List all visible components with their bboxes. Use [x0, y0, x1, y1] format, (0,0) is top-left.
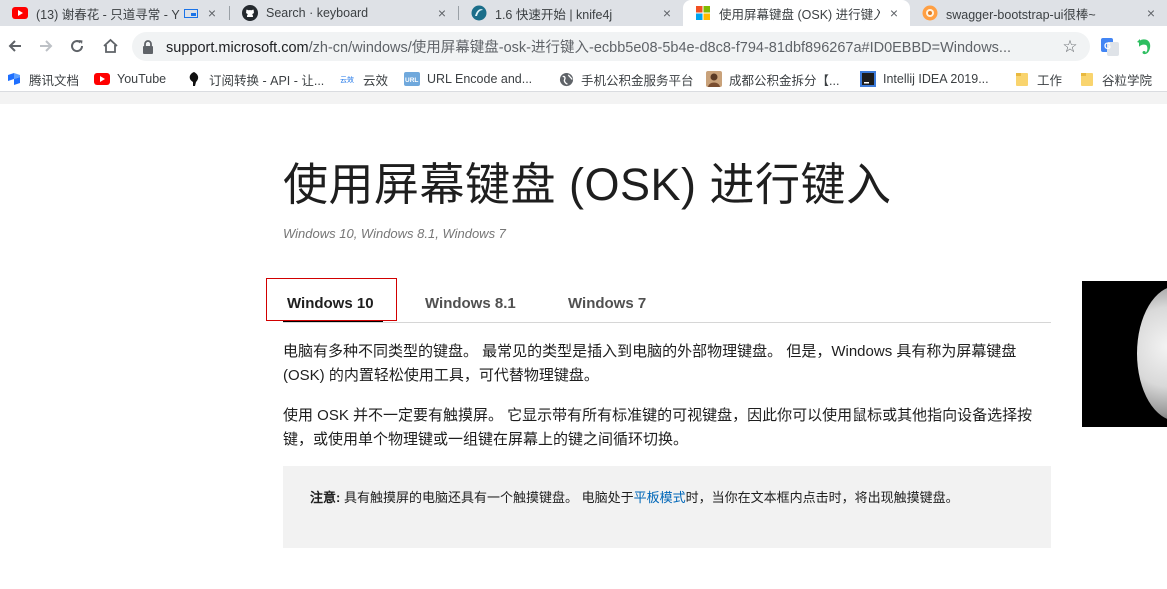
- bookmark-folder-work[interactable]: 工作: [1014, 70, 1062, 88]
- youtube-icon: [12, 5, 28, 21]
- knife4j-icon: [471, 5, 487, 21]
- svg-text:云效: 云效: [340, 75, 354, 84]
- url-host: support.microsoft.com: [166, 40, 309, 56]
- browser-tab-github[interactable]: Search · keyboard ×: [230, 0, 458, 26]
- close-tab-icon[interactable]: ×: [1143, 5, 1159, 21]
- note-text-end: 时，当你在文本框内点击时，将出现触摸键盘。: [685, 490, 959, 505]
- bookmark-label: 腾讯文档: [29, 73, 80, 88]
- tab-title: 使用屏幕键盘 (OSK) 进行键入: [719, 7, 880, 22]
- address-bar[interactable]: support.microsoft.com/zh-cn/windows/使用屏幕…: [132, 32, 1090, 61]
- bookmark-yunxiao[interactable]: 云效 云效: [340, 70, 388, 88]
- url-path: /zh-cn/windows/使用屏幕键盘-osk-进行键入-ecbb5e08-…: [308, 40, 1011, 56]
- browser-tab-youtube[interactable]: (13) 谢春花 - 只道寻常 - Y ×: [0, 0, 228, 26]
- bookmark-chengdu-fund[interactable]: 成都公积金拆分【...: [706, 70, 839, 88]
- close-tab-icon[interactable]: ×: [204, 5, 220, 21]
- back-icon[interactable]: [3, 34, 27, 58]
- reload-icon[interactable]: [65, 34, 89, 58]
- bookmark-label: YouTube: [117, 72, 167, 86]
- browser-tab-microsoft-active[interactable]: 使用屏幕键盘 (OSK) 进行键入 ×: [683, 0, 910, 26]
- close-tab-icon[interactable]: ×: [659, 5, 675, 21]
- note-label: 注意:: [310, 490, 341, 505]
- picture-in-picture-icon[interactable]: [184, 8, 198, 18]
- browser-tab-strip: (13) 谢春花 - 只道寻常 - Y × Search · keyboard …: [0, 0, 1167, 26]
- bookmark-label: 手机公积金服务平台: [581, 73, 694, 88]
- svg-text:G: G: [1104, 41, 1111, 51]
- bookmark-label: 成都公积金拆分【...: [729, 73, 840, 88]
- tab-title: Search · keyboard: [266, 6, 369, 20]
- bookmark-url-encode[interactable]: URL URL Encode and...: [404, 70, 532, 88]
- url-encode-icon: URL: [404, 71, 420, 87]
- video-thumbnail[interactable]: [1082, 281, 1167, 427]
- video-preview-image: [1137, 286, 1167, 421]
- bookmark-star-icon[interactable]: ☆: [1060, 37, 1080, 57]
- intro-paragraph: 电脑有多种不同类型的键盘。 最常见的类型是插入到电脑的外部物理键盘。 但是，Wi…: [283, 343, 1017, 384]
- browser-tab-swagger[interactable]: swagger-bootstrap-ui很棒~ ×: [910, 0, 1167, 26]
- idea-icon: [860, 71, 876, 87]
- bookmark-label: 云效: [363, 73, 389, 88]
- bookmark-folder-guli[interactable]: 谷粒学院: [1079, 70, 1152, 88]
- bookmark-tencent-docs[interactable]: 腾讯文档: [6, 70, 79, 88]
- applies-to-text: Windows 10, Windows 8.1, Windows 7: [283, 226, 506, 241]
- browser-toolbar: support.microsoft.com/zh-cn/windows/使用屏幕…: [0, 26, 1167, 66]
- tablet-mode-link[interactable]: 平板模式: [634, 490, 686, 505]
- browser-tab-knife4j[interactable]: 1.6 快速开始 | knife4j ×: [459, 0, 683, 26]
- youtube-icon: [94, 71, 110, 87]
- evernote-icon[interactable]: [1135, 38, 1153, 56]
- black-leaf-icon: [186, 71, 202, 87]
- tab-title: (13) 谢春花 - 只道寻常 - Y: [36, 7, 180, 22]
- note-text: 具有触摸屏的电脑还具有一个触摸键盘。 电脑处于: [340, 490, 634, 505]
- forward-icon[interactable]: [34, 34, 58, 58]
- bookmarks-bar: 腾讯文档 YouTube 订阅转换 - API - 让... 云效 云效 URL…: [0, 66, 1167, 92]
- bookmark-intellij[interactable]: Intellij IDEA 2019...: [860, 70, 989, 88]
- close-tab-icon[interactable]: ×: [886, 5, 902, 21]
- globe-icon: [558, 71, 574, 87]
- tencent-docs-icon: [6, 71, 22, 87]
- bookmark-label: URL Encode and...: [427, 72, 533, 86]
- page-top-strip: [0, 92, 1167, 104]
- swagger-icon: [922, 5, 938, 21]
- home-icon[interactable]: [98, 34, 122, 58]
- svg-text:URL: URL: [405, 77, 418, 84]
- bookmark-label: 工作: [1037, 73, 1063, 88]
- version-tabs: Windows 10 Windows 8.1 Windows 7: [283, 283, 1051, 323]
- page-title: 使用屏幕键盘 (OSK) 进行键入: [283, 159, 892, 210]
- avatar-icon: [706, 71, 722, 87]
- tab-title: 1.6 快速开始 | knife4j: [495, 7, 613, 22]
- github-icon: [242, 5, 258, 21]
- microsoft-icon: [695, 5, 711, 21]
- folder-icon: [1079, 71, 1095, 87]
- osk-paragraph: 使用 OSK 并不一定要有触摸屏。 它显示带有所有标准键的可视键盘，因此你可以使…: [283, 407, 1033, 448]
- yunxiao-icon: 云效: [340, 71, 356, 87]
- bookmark-housing-fund[interactable]: 手机公积金服务平台: [558, 70, 694, 88]
- tab-windows-8-1[interactable]: Windows 8.1: [425, 295, 516, 312]
- tab-title: swagger-bootstrap-ui很棒~: [946, 7, 1096, 22]
- bookmark-subscription-convert[interactable]: 订阅转换 - API - 让...: [186, 70, 324, 88]
- note-box: 注意: 具有触摸屏的电脑还具有一个触摸键盘。 电脑处于平板模式时，当你在文本框内…: [283, 466, 1051, 548]
- close-tab-icon[interactable]: ×: [434, 5, 450, 21]
- bookmark-label: 订阅转换 - API - 让...: [209, 73, 325, 88]
- folder-icon: [1014, 71, 1030, 87]
- bookmark-youtube[interactable]: YouTube: [94, 70, 166, 88]
- google-translate-icon[interactable]: G: [1101, 38, 1119, 56]
- bookmark-label: Intellij IDEA 2019...: [883, 72, 989, 86]
- bookmark-label: 谷粒学院: [1102, 73, 1153, 88]
- selection-highlight-box: [266, 278, 397, 321]
- url-text[interactable]: support.microsoft.com/zh-cn/windows/使用屏幕…: [166, 36, 1060, 57]
- lock-icon[interactable]: [142, 39, 158, 54]
- tab-windows-7[interactable]: Windows 7: [568, 295, 646, 312]
